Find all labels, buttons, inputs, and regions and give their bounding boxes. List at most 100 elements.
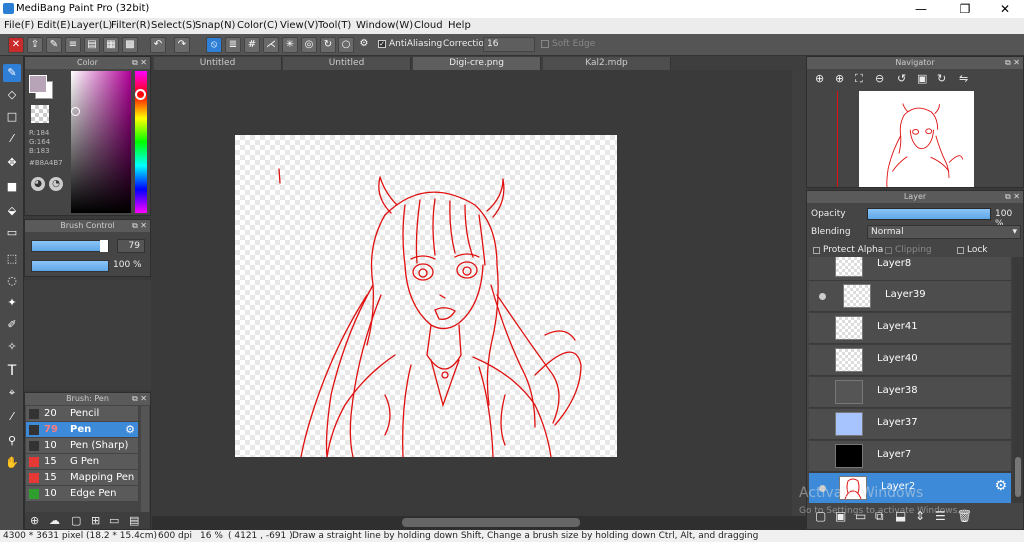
export-icon[interactable]: ⇪ (27, 37, 43, 53)
bucket-tool-icon[interactable]: ⬙ (3, 202, 21, 220)
soft-edge-checkbox[interactable] (541, 40, 549, 48)
minimize-button[interactable]: — (906, 1, 936, 17)
layer-scroll-thumb[interactable] (1015, 457, 1021, 497)
divide-tool-icon[interactable]: ⁄ (3, 408, 21, 426)
snap-circle-icon[interactable]: ◎ (301, 37, 317, 53)
panel-close-icon[interactable]: ⧉ ✕ (132, 220, 147, 232)
add-brush-icon[interactable]: ⊕ (30, 514, 39, 527)
brush-menu-icon[interactable]: ▤ (129, 514, 139, 527)
panel-splitter[interactable] (792, 70, 806, 516)
blending-select[interactable]: Normal ▾ (867, 225, 1021, 239)
fill-rect-tool-icon[interactable]: ■ (3, 178, 21, 196)
tab-kal2[interactable]: Kal2.mdp (543, 57, 671, 70)
eraser-tool-icon[interactable]: ◇ (3, 86, 21, 104)
panel-close-icon[interactable]: ⧉ ✕ (1005, 57, 1020, 69)
undo-icon[interactable]: ↶ (150, 37, 166, 53)
menu-help[interactable]: Help (448, 20, 471, 31)
layer-row-layer37[interactable]: Layer37 (809, 409, 1011, 440)
hand-tool-icon[interactable]: ✋ (3, 454, 21, 472)
hue-slider[interactable] (135, 71, 147, 213)
layer-row-layer7[interactable]: Layer7 (809, 441, 1011, 472)
protect-alpha-checkbox[interactable] (813, 247, 820, 254)
gradient-tool-icon[interactable]: ▭ (3, 224, 21, 242)
lock-checkbox[interactable] (957, 247, 964, 254)
delete-layer-icon[interactable]: 🗑 (957, 509, 972, 523)
flip-icon[interactable]: ⇋ (959, 72, 968, 85)
cloud-brush-icon[interactable]: ☁ (49, 514, 60, 527)
navigator-preview[interactable] (859, 91, 974, 187)
snap-curve-icon[interactable]: ↻ (320, 37, 336, 53)
text-tool-icon[interactable]: T (3, 362, 21, 380)
brush-opacity-slider[interactable] (31, 260, 109, 272)
menu-window[interactable]: Window(W) (356, 20, 413, 31)
merge-down-icon[interactable]: ⬓ (895, 509, 906, 523)
layer-settings-icon[interactable]: ⚙ (994, 478, 1007, 494)
brush-item-pen-sharp[interactable]: 10 Pen (Sharp) (26, 438, 138, 454)
grid-icon[interactable]: ▩ (122, 37, 138, 53)
select-rect-tool-icon[interactable]: ⬚ (3, 250, 21, 268)
brush-list-scrollbar[interactable] (141, 406, 149, 512)
rectangle-tool-icon[interactable]: □ (3, 108, 21, 126)
brush-size-slider[interactable] (31, 240, 109, 252)
snap-settings-icon[interactable]: ⚙ (356, 37, 372, 53)
new-layer-icon[interactable]: ▢ (815, 509, 826, 523)
restore-button[interactable]: ❐ (950, 1, 980, 17)
saturation-value-picker[interactable] (71, 71, 131, 213)
eyedropper-tool-icon[interactable]: ⚲ (3, 432, 21, 450)
snap-cross-icon[interactable]: # (244, 37, 260, 53)
antialiasing-checkbox[interactable]: ✓ (378, 40, 386, 48)
horizontal-scrollbar[interactable] (152, 516, 806, 530)
clear-icon[interactable]: ✕ (8, 37, 24, 53)
select-eraser-tool-icon[interactable]: ✧ (3, 338, 21, 356)
layer-move-icon[interactable]: ⇕ (915, 509, 925, 523)
panel-close-icon[interactable]: ⧉ ✕ (132, 393, 147, 405)
comment-icon[interactable]: ✎ (46, 37, 62, 53)
tab-untitled-2[interactable]: Untitled (283, 57, 411, 70)
close-button[interactable]: ✕ (990, 1, 1020, 17)
select-pen-tool-icon[interactable]: ✐ (3, 316, 21, 334)
correction-input[interactable]: 16 (483, 37, 535, 52)
clipping-checkbox[interactable] (885, 247, 892, 254)
menu-view[interactable]: View(V) (280, 20, 318, 31)
snap-off-icon[interactable]: ⦸ (206, 37, 222, 53)
rotate-left-icon[interactable]: ↺ (897, 72, 906, 85)
layer-row-layer38[interactable]: Layer38 (809, 377, 1011, 408)
menu-edit[interactable]: Edit(E) (37, 20, 71, 31)
brush-tool-icon[interactable]: ✎ (3, 64, 21, 82)
snap-radial-icon[interactable]: ✳ (282, 37, 298, 53)
text-icon[interactable]: ≡ (65, 37, 81, 53)
layer-row-layer40[interactable]: Layer40 (809, 345, 1011, 376)
palette-settings-icon[interactable]: ◔ (49, 177, 63, 191)
magic-wand-tool-icon[interactable]: ✦ (3, 294, 21, 312)
layer-list-scrollbar[interactable] (1013, 257, 1023, 503)
brush-size-value[interactable]: 79 (117, 239, 145, 253)
page-icon[interactable]: ▤ (84, 37, 100, 53)
menu-color[interactable]: Color(C) (237, 20, 278, 31)
menu-layer[interactable]: Layer(L) (71, 20, 112, 31)
menu-tool[interactable]: Tool(T) (318, 20, 351, 31)
layer-properties-icon[interactable]: ☰ (935, 509, 946, 523)
drawing-canvas[interactable] (235, 135, 617, 457)
zoom-in-icon[interactable]: ⊕ (815, 72, 824, 85)
layer-opacity-slider[interactable] (867, 208, 991, 220)
brush-item-mapping-pen[interactable]: 15 Mapping Pen (26, 470, 138, 486)
fit-window-icon[interactable]: ▣ (917, 72, 927, 85)
dot-tool-icon[interactable]: ⁄ (3, 130, 21, 148)
fit-icon[interactable]: ⛶ (855, 72, 863, 86)
layer-row-layer41[interactable]: Layer41 (809, 313, 1011, 344)
brush-item-g-pen[interactable]: 15 G Pen (26, 454, 138, 470)
layer-visibility-dot[interactable] (819, 293, 826, 300)
menu-snap[interactable]: Snap(N) (195, 20, 235, 31)
operation-tool-icon[interactable]: ⌖ (3, 384, 21, 402)
zoom-in-step-icon[interactable]: ⊕ (835, 72, 844, 85)
brush-item-pencil[interactable]: 20 Pencil (26, 406, 138, 422)
transparent-color-swatch[interactable] (31, 105, 49, 123)
brush-item-edge-pen[interactable]: 10 Edge Pen (26, 486, 138, 502)
tab-untitled-1[interactable]: Untitled (154, 57, 282, 70)
menu-cloud[interactable]: Cloud (414, 20, 443, 31)
brush-item-pen[interactable]: 79 Pen ⚙ (26, 422, 138, 438)
panel-close-icon[interactable]: ⧉ ✕ (1005, 191, 1020, 203)
duplicate-layer-icon[interactable]: ⧉ (875, 509, 884, 524)
layer-row-layer8[interactable]: Layer8 (809, 257, 1011, 281)
menu-filter[interactable]: Filter(R) (111, 20, 151, 31)
